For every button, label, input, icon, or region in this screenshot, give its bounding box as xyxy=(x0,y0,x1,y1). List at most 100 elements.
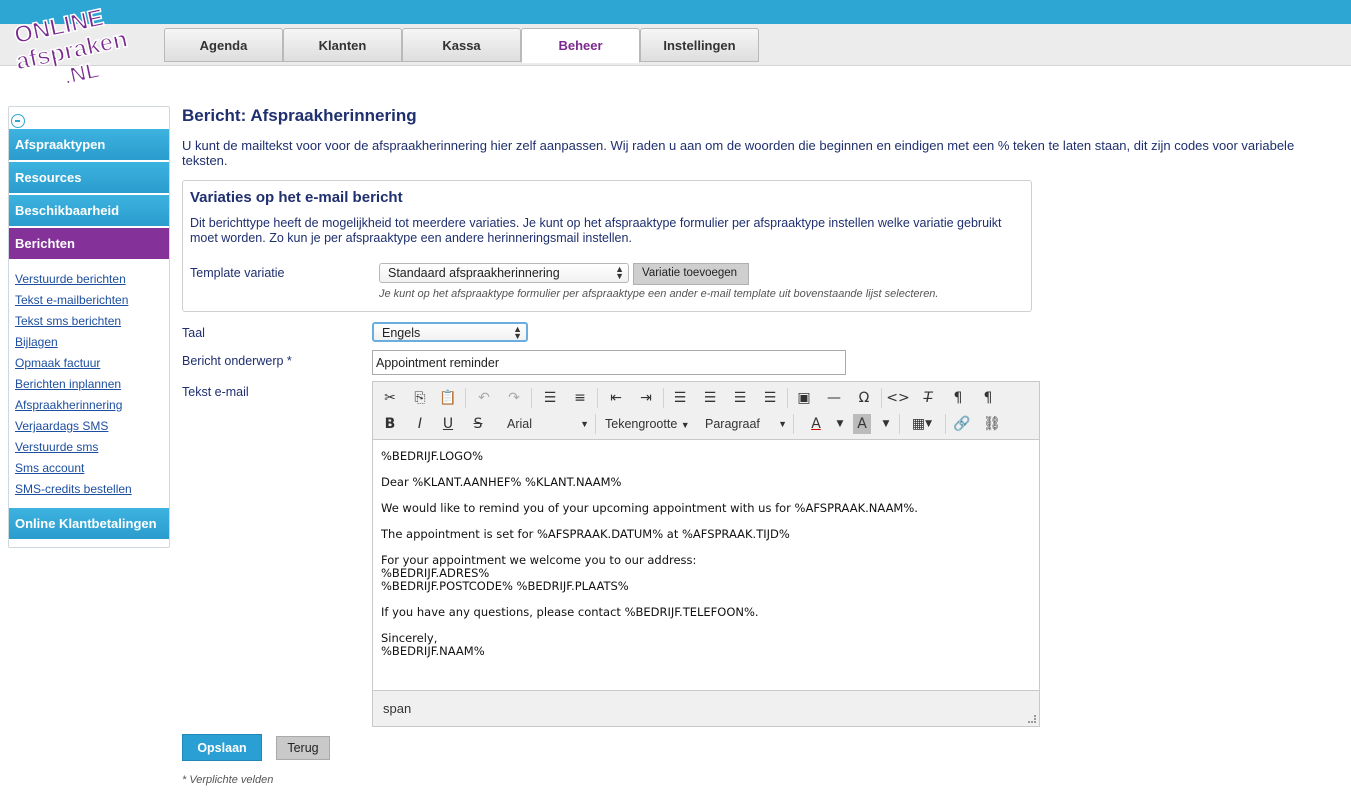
copy-icon[interactable]: ⎘ xyxy=(409,388,431,408)
editor-content[interactable]: %BEDRIJF.LOGO% Dear %KLANT.AANHEF% %KLAN… xyxy=(373,440,1039,690)
language-value: Engels xyxy=(382,326,421,340)
text-color-icon[interactable]: A xyxy=(805,414,827,434)
cut-icon[interactable]: ✂ xyxy=(379,388,401,408)
horizontal-line-icon[interactable]: — xyxy=(823,388,845,408)
link-verstuurde-sms[interactable]: Verstuurde sms xyxy=(15,437,169,458)
caret-down-icon: ▼ xyxy=(778,419,787,429)
body-line: Dear %KLANT.AANHEF% %KLANT.NAAM% xyxy=(381,475,622,489)
select-arrows-icon: ▲ ▼ xyxy=(513,324,522,341)
font-family-value: Arial xyxy=(507,417,533,431)
sidebar-item-beschikbaarheid[interactable]: Beschikbaarheid xyxy=(9,195,169,226)
toolbar-divider xyxy=(899,414,900,434)
save-button[interactable]: Opslaan xyxy=(182,734,262,761)
sidebar-item-afspraaktypen[interactable]: Afspraaktypen xyxy=(9,129,169,160)
link-sms-account[interactable]: Sms account xyxy=(15,458,169,479)
template-variation-value: Standaard afspraakherinnering xyxy=(388,266,560,280)
resize-handle-icon[interactable] xyxy=(1028,715,1036,723)
body-line: If you have any questions, please contac… xyxy=(381,605,759,619)
unlink-icon[interactable]: ⛓ xyxy=(981,414,1003,434)
link-bijlagen[interactable]: Bijlagen xyxy=(15,332,169,353)
language-select[interactable]: Engels ▲ ▼ xyxy=(372,322,528,342)
sidebar: Afspraaktypen Resources Beschikbaarheid … xyxy=(8,106,170,548)
body-line: %BEDRIJF.LOGO% xyxy=(381,449,484,463)
font-size-dropdown[interactable]: Tekengrootte ▼ xyxy=(605,414,690,434)
rich-text-editor: ✂ ⎘ 📋 ↶ ↷ ☰ ≡ ⇤ ⇥ ☰ ☰ ☰ ☰ ▣ — Ω <> T̶ ¶ … xyxy=(372,381,1040,727)
table-icon[interactable]: ▦ ▼ xyxy=(907,414,937,434)
clear-formatting-icon[interactable]: T̶ xyxy=(917,388,939,408)
background-color-icon[interactable]: A xyxy=(853,414,871,434)
tab-agenda[interactable]: Agenda xyxy=(164,28,283,62)
align-left-icon[interactable]: ☰ xyxy=(669,388,691,408)
template-variation-label: Template variatie xyxy=(190,266,285,280)
email-text-label: Tekst e-mail xyxy=(182,385,249,399)
undo-icon[interactable]: ↶ xyxy=(473,388,495,408)
page-title: Bericht: Afspraakherinnering xyxy=(182,106,417,125)
tab-instellingen[interactable]: Instellingen xyxy=(640,28,759,62)
ltr-paragraph-icon[interactable]: ¶ xyxy=(947,388,969,408)
toolbar-divider xyxy=(881,388,882,408)
rtl-paragraph-icon[interactable]: ¶ xyxy=(977,388,999,408)
toolbar-divider xyxy=(787,388,788,408)
required-fields-note: * Verplichte velden xyxy=(182,774,274,786)
toolbar-divider xyxy=(793,414,794,434)
format-dropdown[interactable]: Paragraaf ▼ xyxy=(705,414,787,434)
caret-down-icon: ▼ xyxy=(680,420,690,430)
body-line: For your appointment we welcome you to o… xyxy=(381,553,697,593)
link-berichten-inplannen[interactable]: Berichten inplannen xyxy=(15,374,169,395)
caret-down-icon[interactable]: ▼ xyxy=(829,414,851,434)
back-button[interactable]: Terug xyxy=(276,736,330,760)
element-path: span xyxy=(383,701,412,716)
collapse-icon[interactable] xyxy=(11,114,25,128)
link-opmaak-factuur[interactable]: Opmaak factuur xyxy=(15,353,169,374)
variations-description: Dit berichttype heeft de mogelijkheid to… xyxy=(190,216,1002,245)
subject-input[interactable] xyxy=(372,350,846,375)
outdent-icon[interactable]: ⇤ xyxy=(605,388,627,408)
indent-icon[interactable]: ⇥ xyxy=(635,388,657,408)
redo-icon[interactable]: ↷ xyxy=(503,388,525,408)
format-value: Paragraaf xyxy=(705,417,760,431)
numbered-list-icon[interactable]: ≡ xyxy=(569,388,591,408)
sidebar-collapse-toggle[interactable] xyxy=(9,107,169,128)
logo[interactable]: ONLINE afspraken .NL xyxy=(8,4,136,88)
editor-toolbar: ✂ ⎘ 📋 ↶ ↷ ☰ ≡ ⇤ ⇥ ☰ ☰ ☰ ☰ ▣ — Ω <> T̶ ¶ … xyxy=(373,382,1039,440)
align-right-icon[interactable]: ☰ xyxy=(729,388,751,408)
link-icon[interactable]: 🔗 xyxy=(951,414,973,434)
paste-icon[interactable]: 📋 xyxy=(437,388,459,408)
body-line: Sincerely, %BEDRIJF.NAAM% xyxy=(381,631,485,658)
tab-klanten[interactable]: Klanten xyxy=(283,28,402,62)
template-variation-select[interactable]: Standaard afspraakherinnering ▲ ▼ xyxy=(379,263,629,283)
subject-label: Bericht onderwerp * xyxy=(182,354,292,368)
caret-down-icon[interactable]: ▼ xyxy=(875,414,897,434)
tab-beheer[interactable]: Beheer xyxy=(521,28,640,63)
sidebar-item-resources[interactable]: Resources xyxy=(9,162,169,193)
language-label: Taal xyxy=(182,326,205,340)
top-bar xyxy=(0,0,1351,24)
toolbar-divider xyxy=(595,414,596,434)
align-center-icon[interactable]: ☰ xyxy=(699,388,721,408)
toolbar-divider xyxy=(597,388,598,408)
variations-title: Variaties op het e-mail bericht xyxy=(190,189,403,206)
link-verstuurde-berichten[interactable]: Verstuurde berichten xyxy=(15,269,169,290)
body-line: The appointment is set for %AFSPRAAK.DAT… xyxy=(381,527,790,541)
source-code-icon[interactable]: <> xyxy=(886,388,909,408)
bullet-list-icon[interactable]: ☰ xyxy=(539,388,561,408)
special-character-icon[interactable]: Ω xyxy=(853,388,875,408)
add-variation-button[interactable]: Variatie toevoegen xyxy=(633,263,749,285)
bold-icon[interactable]: B xyxy=(379,414,401,434)
link-afspraakherinnering[interactable]: Afspraakherinnering xyxy=(15,395,169,416)
underline-icon[interactable]: U xyxy=(437,414,459,434)
link-tekst-emailberichten[interactable]: Tekst e-mailberichten xyxy=(15,290,169,311)
sidebar-item-online-klantbetalingen[interactable]: Online Klantbetalingen xyxy=(9,508,169,539)
font-family-dropdown[interactable]: Arial ▼ xyxy=(507,414,589,434)
strikethrough-icon[interactable]: S xyxy=(467,414,489,434)
link-verjaardags-sms[interactable]: Verjaardags SMS xyxy=(15,416,169,437)
align-justify-icon[interactable]: ☰ xyxy=(759,388,781,408)
tab-kassa[interactable]: Kassa xyxy=(402,28,521,62)
sidebar-item-berichten[interactable]: Berichten xyxy=(9,228,169,259)
variations-box: Variaties op het e-mail bericht Dit beri… xyxy=(182,180,1032,312)
italic-icon[interactable]: I xyxy=(409,414,431,434)
image-icon[interactable]: ▣ xyxy=(793,388,815,408)
link-sms-credits-bestellen[interactable]: SMS-credits bestellen xyxy=(15,479,169,500)
link-tekst-sms-berichten[interactable]: Tekst sms berichten xyxy=(15,311,169,332)
select-arrows-icon: ▲ ▼ xyxy=(615,264,624,281)
